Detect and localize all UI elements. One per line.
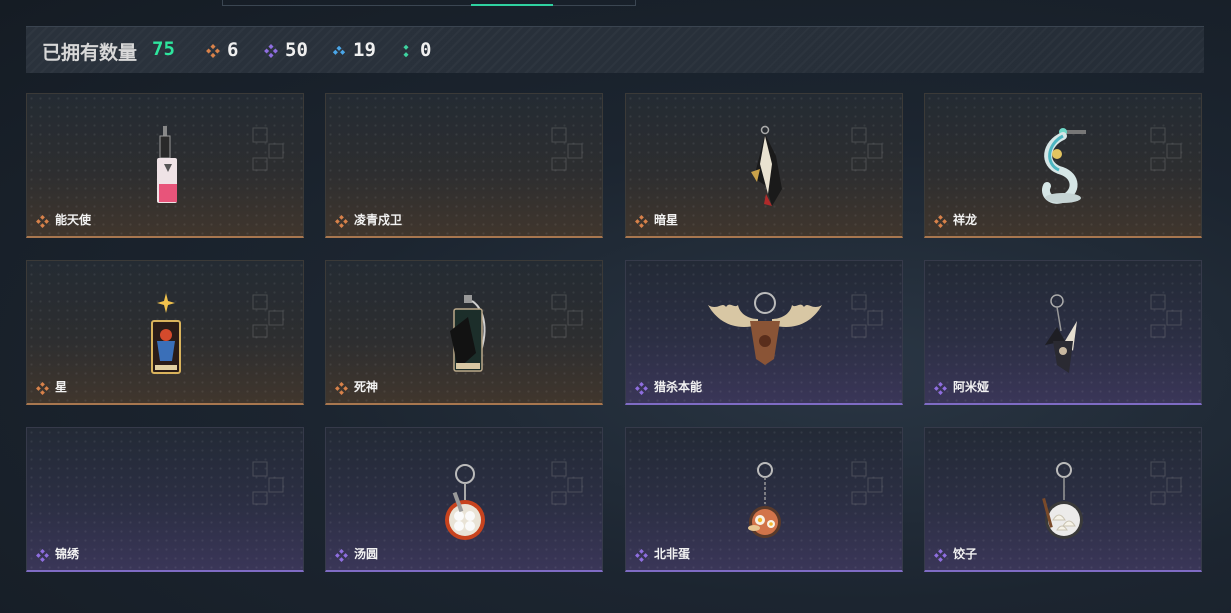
charm-name: 猎杀本能 [654, 380, 703, 394]
owned-summary-bar: 已拥有数量 75 6 50 19 0 [26, 26, 1204, 73]
purple-diamond-icon [36, 547, 49, 562]
charm-name: 阿米娅 [953, 380, 990, 394]
rarity-count-value: 50 [285, 39, 308, 61]
charm-name: 汤圆 [354, 547, 379, 561]
charm-name: 祥龙 [953, 213, 978, 227]
charm-card[interactable]: 凌青戍卫 [325, 93, 603, 238]
owned-total-count: 75 [152, 38, 175, 60]
rarity-count-green: 0 [399, 38, 431, 62]
charm-card[interactable]: 北非蛋 [625, 427, 903, 572]
charm-name: 星 [55, 380, 68, 394]
charm-card[interactable]: 祥龙 [924, 93, 1202, 238]
charm-card[interactable]: 星 [26, 260, 304, 405]
orange-diamond-icon [335, 380, 348, 395]
charm-card[interactable]: 暗星 [625, 93, 903, 238]
orange-diamond-icon [934, 213, 947, 228]
search-field[interactable] [222, 0, 636, 6]
rarity-count-orange: 6 [206, 38, 238, 62]
charm-name: 死神 [354, 380, 379, 394]
charm-name: 凌青戍卫 [354, 213, 403, 227]
rarity-count-purple: 50 [264, 38, 308, 62]
purple-diamond-icon [934, 547, 947, 562]
orange-diamond-icon [635, 213, 648, 228]
rarity-count-value: 6 [227, 39, 239, 61]
charm-card[interactable]: 能天使 [26, 93, 304, 238]
rarity-count-value: 19 [353, 39, 376, 61]
orange-diamond-icon [36, 380, 49, 395]
orange-diamond-icon [206, 43, 220, 58]
charm-name: 饺子 [953, 547, 978, 561]
purple-diamond-icon [635, 547, 648, 562]
charm-card[interactable]: 猎杀本能 [625, 260, 903, 405]
purple-diamond-icon [335, 547, 348, 562]
orange-diamond-icon [335, 213, 348, 228]
rarity-count-value: 0 [420, 39, 432, 61]
green-dots-icon [399, 43, 413, 58]
charm-name: 北非蛋 [654, 547, 691, 561]
charm-name: 锦绣 [55, 547, 80, 561]
charm-grid: 能天使 凌青戍卫 暗星 祥龙 星 死神 猎杀本能 阿米娅 锦绣 汤圆 北非蛋 饺… [26, 93, 1204, 573]
charm-card[interactable]: 锦绣 [26, 427, 304, 572]
rarity-count-blue: 19 [332, 38, 376, 62]
charm-card[interactable]: 饺子 [924, 427, 1202, 572]
charm-name: 能天使 [55, 213, 92, 227]
orange-diamond-icon [36, 213, 49, 228]
active-tab-indicator [471, 4, 553, 6]
blue-chevron-icon [332, 43, 346, 57]
charm-card[interactable]: 阿米娅 [924, 260, 1202, 405]
purple-diamond-icon [635, 380, 648, 395]
owned-count-label: 已拥有数量 [42, 42, 138, 64]
charm-name: 暗星 [654, 213, 679, 227]
charm-card[interactable]: 汤圆 [325, 427, 603, 572]
purple-diamond-icon [264, 43, 278, 58]
charm-card[interactable]: 死神 [325, 260, 603, 405]
charm-star-card [151, 293, 181, 374]
purple-diamond-icon [934, 380, 947, 395]
top-bar [0, 0, 1231, 14]
